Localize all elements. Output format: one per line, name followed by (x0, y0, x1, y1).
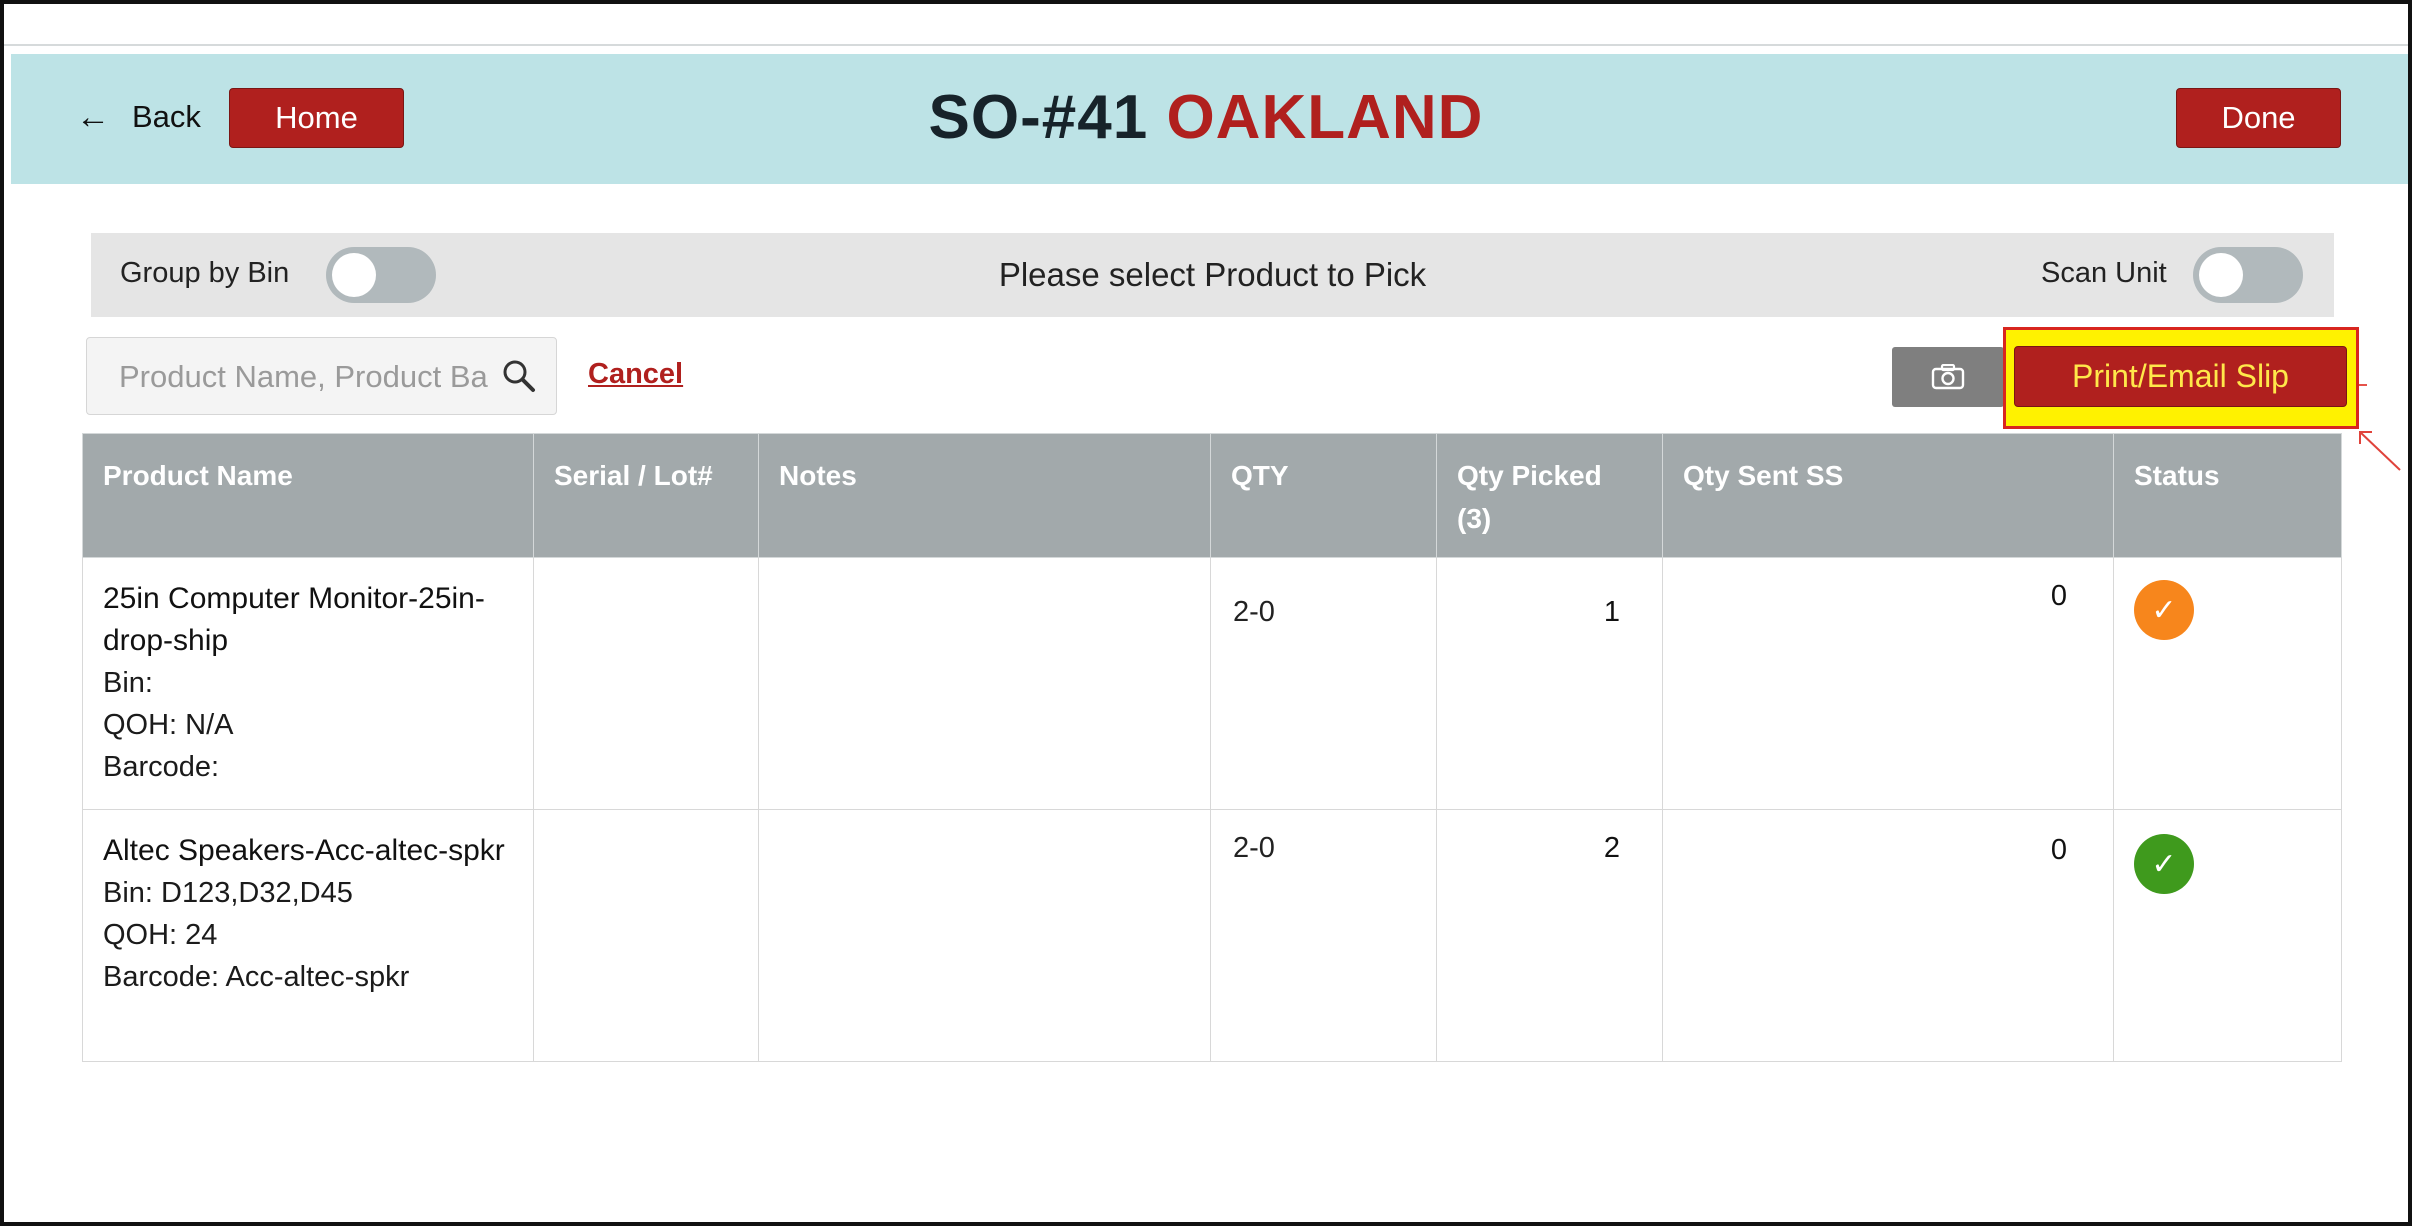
pick-table: Product Name Serial / Lot# Notes QTY Qty… (82, 433, 2342, 1062)
qty-sent-cell: 0 (1662, 809, 2114, 1062)
notes-cell[interactable] (758, 809, 1211, 1062)
notes-cell[interactable] (758, 557, 1211, 810)
serial-cell[interactable] (533, 809, 759, 1062)
qty-sent-cell: 0 (1662, 557, 2114, 810)
check-icon: ✓ (2134, 580, 2194, 640)
col-qty-picked-label: Qty Picked (1457, 460, 1602, 491)
location-name: OAKLAND (1166, 83, 1484, 152)
camera-button[interactable] (1892, 347, 2004, 407)
product-qoh: QOH: 24 (103, 919, 218, 951)
order-number: SO-#41 (928, 83, 1149, 152)
print-email-slip-button[interactable]: Print/Email Slip (2014, 346, 2347, 407)
product-search (86, 337, 557, 415)
product-bin: Bin: D123,D32,D45 (103, 877, 353, 909)
product-cell[interactable]: 25in Computer Monitor-25in-drop-ship Bin… (82, 557, 534, 810)
cancel-link[interactable]: Cancel (588, 358, 683, 391)
search-input[interactable] (117, 355, 491, 399)
col-qty-picked[interactable]: Qty Picked (3) (1436, 433, 1663, 558)
table-header-row: Product Name Serial / Lot# Notes QTY Qty… (82, 433, 2342, 558)
status-cell: ✓ (2113, 557, 2342, 810)
done-button[interactable]: Done (2176, 88, 2341, 148)
product-bin: Bin: (103, 667, 153, 699)
table-row[interactable]: Altec Speakers-Acc-altec-spkr Bin: D123,… (82, 809, 2342, 1062)
qty-picked-cell[interactable]: 2 (1436, 809, 1663, 1062)
annotation-arrow-icon (2359, 431, 2401, 471)
arrow-left-icon: ← (76, 98, 110, 136)
scan-unit-label: Scan Unit (2041, 257, 2167, 289)
col-qty-sent[interactable]: Qty Sent SS (1662, 433, 2114, 558)
col-product-name[interactable]: Product Name (82, 433, 534, 558)
status-cell: ✓ (2113, 809, 2342, 1062)
top-divider (4, 44, 2408, 46)
qty-cell: 2-0 (1210, 809, 1437, 1062)
home-button[interactable]: Home (229, 88, 404, 148)
annotation-mark (2359, 384, 2367, 386)
serial-cell[interactable] (533, 557, 759, 810)
product-cell[interactable]: Altec Speakers-Acc-altec-spkr Bin: D123,… (82, 809, 534, 1062)
qty-picked-cell[interactable]: 1 (1436, 557, 1663, 810)
product-name: 25in Computer Monitor-25in-drop-ship (103, 582, 485, 657)
toggle-knob (2199, 253, 2243, 297)
product-barcode: Barcode: Acc-altec-spkr (103, 961, 410, 993)
col-serial-lot[interactable]: Serial / Lot# (533, 433, 759, 558)
product-name: Altec Speakers-Acc-altec-spkr (103, 834, 505, 867)
table-row[interactable]: 25in Computer Monitor-25in-drop-ship Bin… (82, 557, 2342, 810)
qty-picked-count: (3) (1457, 503, 1492, 534)
col-notes[interactable]: Notes (758, 433, 1211, 558)
check-icon: ✓ (2134, 834, 2194, 894)
camera-icon (1931, 364, 1965, 390)
back-button[interactable]: ← Back (76, 92, 201, 142)
product-barcode: Barcode: (103, 751, 220, 783)
product-qoh: QOH: N/A (103, 709, 234, 741)
instruction-text: Please select Product to Pick (998, 256, 1427, 293)
search-icon[interactable] (501, 358, 537, 394)
pick-toolbar: Group by Bin Please select Product to Pi… (91, 233, 2334, 317)
col-qty[interactable]: QTY (1210, 433, 1437, 558)
back-label: Back (132, 99, 201, 134)
qty-cell: 2-0 (1210, 557, 1437, 810)
scan-unit-toggle[interactable] (2193, 247, 2303, 303)
col-status[interactable]: Status (2113, 433, 2342, 558)
